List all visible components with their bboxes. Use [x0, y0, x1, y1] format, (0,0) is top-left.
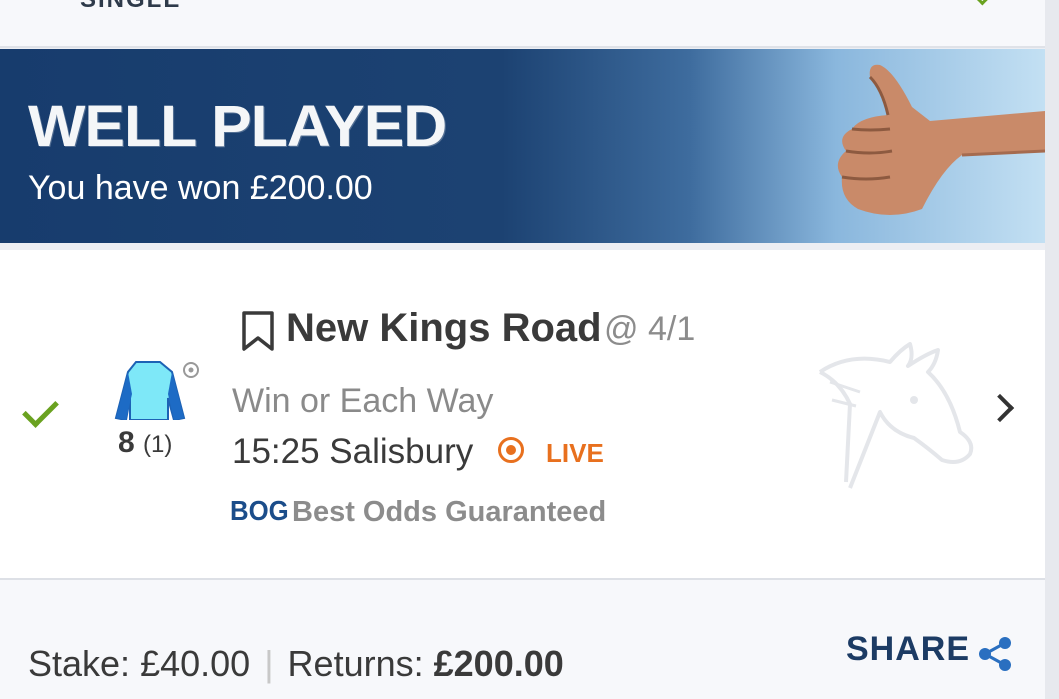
bet-type-label: SINGLE: [80, 0, 181, 14]
runner-number-value: 8: [118, 426, 135, 459]
race-time-venue: 15:25 Salisbury: [232, 432, 474, 471]
check-icon: [974, 0, 995, 6]
bet-footer: Stake: £40.00 | Returns: £200.00 SHARE: [0, 580, 1045, 699]
bookmark-icon[interactable]: [240, 310, 276, 352]
jockey-silk-icon: [114, 361, 199, 420]
scroll-gutter: [1045, 0, 1059, 699]
live-indicator-icon: [498, 437, 524, 463]
chevron-right-icon[interactable]: [985, 393, 1015, 423]
selection-name: New Kings Road: [286, 306, 602, 350]
horse-head-icon: [818, 342, 974, 489]
returns-value: £200.00: [433, 643, 564, 684]
banner-title: WELL PLAYED: [28, 94, 447, 159]
share-icon[interactable]: [976, 635, 1014, 673]
selection-odds: @ 4/1: [604, 310, 696, 348]
draw-number: (1): [143, 431, 173, 458]
bog-description: Best Odds Guaranteed: [292, 496, 607, 528]
market-name: Win or Each Way: [232, 382, 494, 420]
win-banner: WELL PLAYED You have won £200.00: [0, 49, 1045, 243]
bog-badge: BOG: [230, 495, 289, 526]
live-label: LIVE: [546, 438, 604, 468]
bet-selection-card[interactable]: 8 (1) New Kings Road @ 4/1 Win or Each W…: [0, 250, 1045, 580]
stake-label: Stake:: [28, 643, 131, 684]
previous-bet-header: SINGLE: [0, 0, 1045, 48]
thumbs-up-icon: [837, 64, 1045, 215]
stake-returns-row: Stake: £40.00 | Returns: £200.00: [28, 643, 564, 685]
runner-number: 8 (1): [118, 426, 172, 460]
share-button[interactable]: SHARE: [846, 630, 970, 669]
stake-value: £40.00: [140, 643, 251, 684]
banner-subtitle: You have won £200.00: [28, 169, 373, 207]
returns-label: Returns:: [287, 643, 424, 684]
winner-check-icon: [22, 391, 59, 428]
divider: |: [264, 643, 274, 684]
